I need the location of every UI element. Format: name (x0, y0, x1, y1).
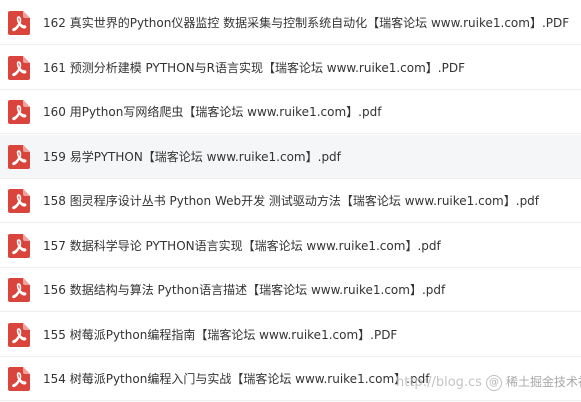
file-name: 155 树莓派Python编程指南【瑞客论坛 www.ruike1.com】.P… (43, 327, 398, 342)
pdf-icon (8, 278, 30, 302)
file-name: 162 真实世界的Python仪器监控 数据采集与控制系统自动化【瑞客论坛 ww… (43, 16, 570, 30)
pdf-icon (8, 11, 30, 35)
file-name: 161 预测分析建模 PYTHON与R语言实现【瑞客论坛 www.ruike1.… (43, 60, 465, 75)
at-icon: @ (485, 374, 502, 391)
file-name: 154 树莓派Python编程入门与实战【瑞客论坛 www.ruike1.com… (43, 372, 430, 386)
file-name: 157 数据科学导论 PYTHON语言实现【瑞客论坛 www.ruike1.co… (43, 238, 441, 253)
file-name: 158 图灵程序设计丛书 Python Web开发 测试驱动方法【瑞客论坛 ww… (43, 194, 540, 208)
file-row[interactable]: 162 真实世界的Python仪器监控 数据采集与控制系统自动化【瑞客论坛 ww… (0, 1, 581, 45)
pdf-icon (8, 55, 30, 80)
file-row[interactable]: 157 数据科学导论 PYTHON语言实现【瑞客论坛 www.ruike1.co… (0, 223, 581, 268)
file-row[interactable]: 158 图灵程序设计丛书 Python Web开发 测试驱动方法【瑞客论坛 ww… (0, 179, 581, 223)
watermark-brand: 稀土掘金技术社区 (505, 375, 581, 389)
file-row[interactable]: 155 树莓派Python编程指南【瑞客论坛 www.ruike1.com】.P… (0, 312, 581, 357)
pdf-icon (8, 189, 30, 213)
file-list: 162 真实世界的Python仪器监控 数据采集与控制系统自动化【瑞客论坛 ww… (0, 0, 581, 402)
file-name: 156 数据结构与算法 Python语言描述【瑞客论坛 www.ruike1.c… (43, 283, 446, 297)
pdf-icon (8, 322, 30, 347)
pdf-icon (8, 100, 30, 124)
file-name: 159 易学PYTHON【瑞客论坛 www.ruike1.com】.pdf (43, 149, 341, 164)
watermark: http://blog.cs@稀土掘金技术社区 (396, 372, 581, 392)
file-name: 160 用Python写网络爬虫【瑞客论坛 www.ruike1.com】.pd… (43, 105, 382, 119)
file-row[interactable]: 159 易学PYTHON【瑞客论坛 www.ruike1.com】.pdf (0, 134, 581, 179)
watermark-text: http://blog.cs (396, 375, 482, 390)
file-row[interactable]: 160 用Python写网络爬虫【瑞客论坛 www.ruike1.com】.pd… (0, 90, 581, 134)
file-row[interactable]: 156 数据结构与算法 Python语言描述【瑞客论坛 www.ruike1.c… (0, 268, 581, 312)
pdf-icon (8, 233, 30, 258)
pdf-icon (8, 367, 30, 391)
file-row[interactable]: 161 预测分析建模 PYTHON与R语言实现【瑞客论坛 www.ruike1.… (0, 45, 581, 90)
pdf-icon (8, 144, 30, 169)
